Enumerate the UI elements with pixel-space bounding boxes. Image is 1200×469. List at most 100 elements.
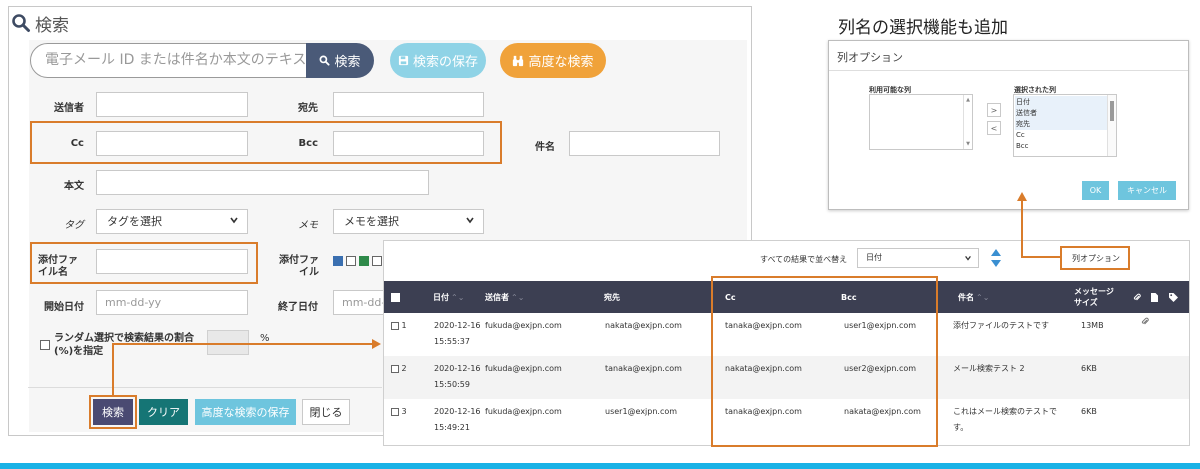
sort-direction-icon[interactable] [990,248,1002,268]
binoculars-icon [513,55,524,66]
chevron-down-icon [230,217,238,224]
memo-label: メモ [298,220,318,231]
close-button[interactable]: 閉じる [302,399,350,425]
header-tag-icon[interactable] [1169,281,1178,313]
cell-size: 6KB [1081,407,1097,416]
cc-input[interactable] [96,131,248,156]
available-columns-list[interactable]: ▲ ▼ [869,94,973,150]
selected-column-item[interactable]: 宛先 [1016,119,1030,129]
connector-arrowhead [1017,192,1027,201]
results-panel: すべての結果で並べ替え 日付 列オプション 日付 ⌃⌄ 送信者 ⌃⌄ 宛先 Cc B… [383,240,1190,447]
quick-search-label: 検索 [334,55,361,70]
to-input[interactable] [333,92,484,117]
row-checkbox[interactable]: 1 [391,317,407,334]
sort-arrows-icon: ⌃⌄ [451,292,465,302]
selected-column-item[interactable]: 日付 [1016,97,1030,107]
end-date-input[interactable]: mm-dd-y [333,290,383,315]
attachment-type-checkbox-excel[interactable] [372,256,382,266]
from-label: 送信者 [54,103,84,114]
subject-input[interactable] [569,131,720,156]
header-size[interactable]: メッセージ サイズ [1074,281,1114,313]
header-document-icon[interactable] [1151,281,1158,313]
cell-to: nakata@exjpn.com [605,321,682,330]
cc-label: Cc [70,138,84,149]
attachment-file-label: 添付ファ イル [279,255,319,278]
ok-button[interactable]: OK [1082,181,1109,200]
connector-line [112,343,114,396]
chevron-down-icon [466,217,474,224]
connector-line [1021,256,1061,258]
select-all-checkbox[interactable] [391,281,400,313]
row-number: 1 [401,321,407,330]
to-label: 宛先 [298,103,318,114]
selected-column-item[interactable]: 送信者 [1016,108,1037,118]
advanced-search-button[interactable]: 高度な検索 [500,43,606,78]
body-input[interactable] [96,170,429,195]
scrollbar-thumb[interactable] [1110,101,1114,121]
search-icon [320,55,331,66]
move-left-button[interactable]: < [987,121,1001,135]
connector-arrowhead [372,339,381,349]
selected-columns-list[interactable]: 日付 送信者 宛先 Cc Bcc [1013,94,1117,157]
bottom-accent-bar [0,463,1200,469]
cell-subject: これはメール検索のテストで [953,407,1057,416]
column-options-dialog: 列オプション 利用可能な列 ▲ ▼ > < 選択された列 日付 送信者 宛先 C… [828,40,1189,210]
cell-from: fukuda@exjpn.com [485,364,562,373]
cell-subject: 添付ファイルのテストです [953,321,1049,330]
search-title-text: 検索 [35,15,69,36]
save-search-label: 検索の保存 [412,55,478,70]
tag-select[interactable]: タグを選択 [96,209,248,234]
from-input[interactable] [96,92,248,117]
connector-line [1021,198,1023,258]
move-right-button[interactable]: > [987,103,1001,117]
save-advanced-search-button[interactable]: 高度な検索の保存 [195,399,296,425]
subject-label: 件名 [535,142,555,153]
bcc-input[interactable] [333,131,484,156]
header-subject[interactable]: 件名 ⌃⌄ [958,281,989,313]
header-to[interactable]: 宛先 [604,281,620,313]
quick-search-button[interactable]: 検索 [306,43,374,78]
search-submit-button[interactable]: 検索 [93,399,133,425]
cell-subject: メール検索テスト 2 [953,364,1025,373]
cell-time: 15:49:21 [434,423,470,432]
cell-size: 6KB [1081,364,1097,373]
header-from[interactable]: 送信者 ⌃⌄ [485,281,524,313]
search-query-input[interactable]: 電子メール ID または件名か本文のテキス [30,43,310,78]
cancel-button[interactable]: キャンセル [1118,181,1176,200]
start-date-input[interactable]: mm-dd-yy [96,290,248,315]
attachment-name-input[interactable] [96,249,248,274]
save-search-button[interactable]: 検索の保存 [390,43,486,78]
scroll-up-icon[interactable]: ▲ [966,97,970,103]
excel-file-icon [359,256,369,266]
search-icon [12,14,30,32]
tag-select-value: タグを選択 [107,215,162,228]
scroll-down-icon[interactable]: ▼ [966,141,970,147]
header-attachment-icon[interactable] [1133,281,1141,313]
sort-select[interactable]: 日付 [857,248,979,268]
cell-date: 2020-12-16 [434,364,481,373]
clear-button[interactable]: クリア [139,399,188,425]
selected-list-scrollbar[interactable] [1107,95,1116,156]
document-icon [1151,292,1158,302]
row-checkbox[interactable]: 2 [391,360,407,377]
memo-select-value: メモを選択 [344,215,399,228]
column-options-link[interactable]: 列オプション [1063,249,1129,267]
sort-label: すべての結果で並べ替え [760,255,848,264]
cell-date: 2020-12-16 [434,407,481,416]
chevron-down-icon [965,256,971,261]
cell-subject-continued: す。 [953,423,969,432]
header-subject-label: 件名 [958,292,974,302]
attachment-indicator[interactable] [1141,315,1149,332]
selected-column-item[interactable]: Cc [1016,131,1025,139]
random-checkbox[interactable] [40,335,50,354]
end-date-label: 終了日付 [278,302,318,313]
row-checkbox[interactable]: 3 [391,403,407,420]
selected-column-item[interactable]: Bcc [1016,142,1029,150]
attachment-type-checkbox-word[interactable] [346,256,356,266]
memo-select[interactable]: メモを選択 [333,209,484,234]
form-divider [28,387,382,388]
advanced-search-label: 高度な検索 [528,55,594,70]
header-date[interactable]: 日付 ⌃⌄ [433,281,464,313]
random-label: ランダム選択で検索結果の割合 (%)を指定 [54,333,194,357]
header-date-label: 日付 [433,292,449,302]
